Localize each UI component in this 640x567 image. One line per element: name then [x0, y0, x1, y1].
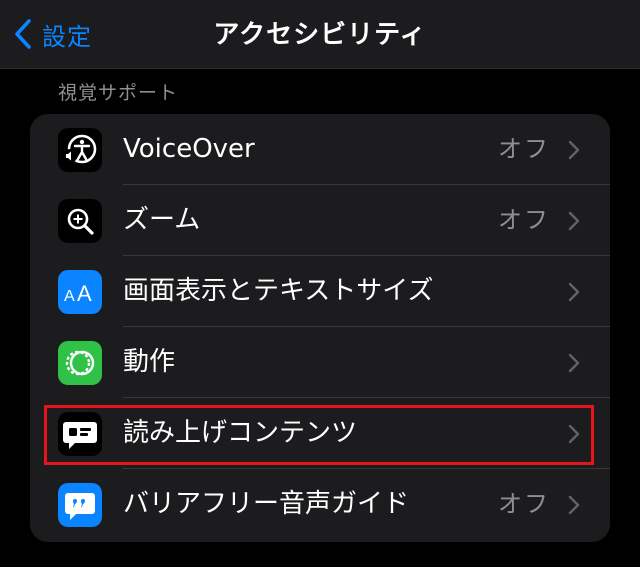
svg-text:A: A — [77, 281, 92, 306]
audio-descriptions-icon — [58, 483, 102, 527]
spoken-content-icon — [58, 412, 102, 456]
row-value-audio-descriptions: オフ — [498, 490, 550, 518]
row-display-text-size[interactable]: A A 画面表示とテキストサイズ — [30, 256, 610, 327]
row-label-voiceover: VoiceOver — [123, 134, 255, 164]
chevron-right-icon — [568, 211, 580, 231]
chevron-right-icon — [568, 140, 580, 160]
text-size-icon: A A — [58, 270, 102, 314]
page-title: アクセシビリティ — [213, 20, 427, 50]
row-label-display-text-size: 画面表示とテキストサイズ — [123, 276, 434, 306]
row-label-spoken-content: 読み上げコンテンツ — [123, 418, 358, 448]
row-label-audio-descriptions: バリアフリー音声ガイド — [123, 489, 410, 519]
navigation-bar: 設定 アクセシビリティ — [0, 0, 640, 69]
svg-text:A: A — [64, 288, 75, 305]
zoom-icon — [58, 199, 102, 243]
motion-icon — [58, 341, 102, 385]
section-header: 視覚サポート — [58, 82, 179, 104]
row-zoom[interactable]: ズーム オフ — [30, 185, 610, 256]
voiceover-icon — [58, 128, 102, 172]
chevron-right-icon — [568, 353, 580, 373]
row-spoken-content[interactable]: 読み上げコンテンツ — [30, 398, 610, 469]
settings-group: VoiceOver オフ ズーム オフ A A 画面表示とテキストサイズ 動作 … — [30, 114, 610, 542]
row-label-motion: 動作 — [123, 347, 176, 377]
row-value-voiceover: オフ — [498, 135, 550, 163]
row-voiceover[interactable]: VoiceOver オフ — [30, 114, 610, 185]
chevron-right-icon — [568, 495, 580, 515]
row-motion[interactable]: 動作 — [30, 327, 610, 398]
row-value-zoom: オフ — [498, 206, 550, 234]
chevron-right-icon — [568, 282, 580, 302]
row-audio-descriptions[interactable]: バリアフリー音声ガイド オフ — [30, 469, 610, 540]
chevron-right-icon — [568, 424, 580, 444]
row-label-zoom: ズーム — [123, 205, 201, 235]
